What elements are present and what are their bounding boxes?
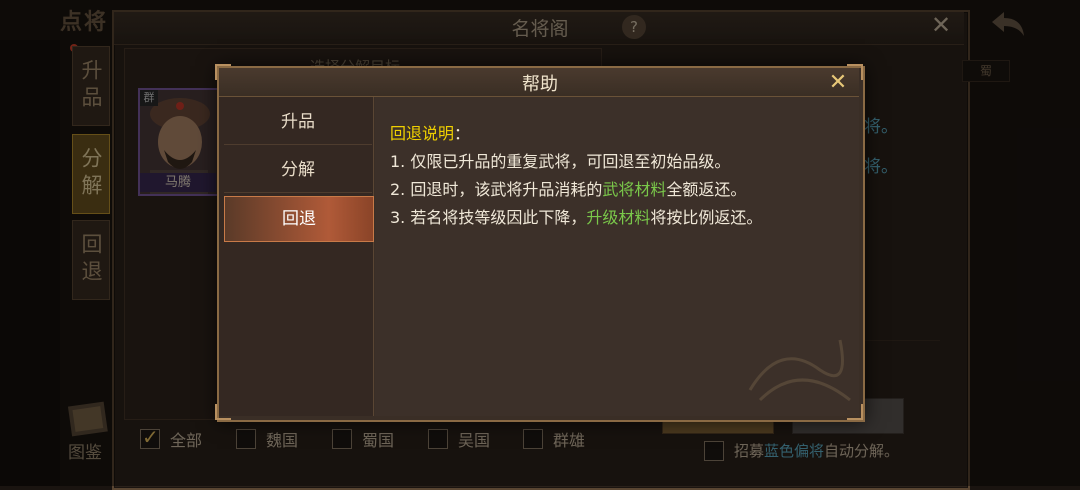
help-line-2-text-a: 2. 回退时，该武将升品消耗的 xyxy=(390,180,603,199)
help-close-icon[interactable]: ✕ xyxy=(826,72,850,94)
help-nav-upgrade[interactable]: 升品 xyxy=(224,100,372,145)
help-heading: 回退说明： xyxy=(390,120,470,144)
help-line-1: 1. 仅限已升品的重复武将，可回退至初始品级。 xyxy=(390,148,730,172)
decorative-cloud-icon xyxy=(748,339,851,402)
help-nav-revert[interactable]: 回退 xyxy=(224,196,374,242)
help-line-1-text: 1. 仅限已升品的重复武将，可回退至初始品级。 xyxy=(390,152,731,171)
help-line-3: 3. 若名将技等级因此下降，升级材料将按比例返还。 xyxy=(390,204,762,228)
help-line-2-text-b: 全额返还。 xyxy=(666,180,747,199)
help-line-2-material: 武将材料 xyxy=(602,180,667,199)
help-dialog-title: 帮助 xyxy=(522,74,558,95)
help-heading-colon: ： xyxy=(454,124,471,143)
help-line-2: 2. 回退时，该武将升品消耗的武将材料全额返还。 xyxy=(390,176,746,200)
help-line-3-text-b: 将按比例返还。 xyxy=(650,208,763,227)
help-heading-text: 回退说明 xyxy=(390,124,455,143)
help-line-3-material: 升级材料 xyxy=(586,208,651,227)
corner-ornament-tl xyxy=(215,64,231,80)
help-nav-decompose[interactable]: 分解 xyxy=(224,148,372,193)
help-line-3-text-a: 3. 若名将技等级因此下降， xyxy=(390,208,587,227)
